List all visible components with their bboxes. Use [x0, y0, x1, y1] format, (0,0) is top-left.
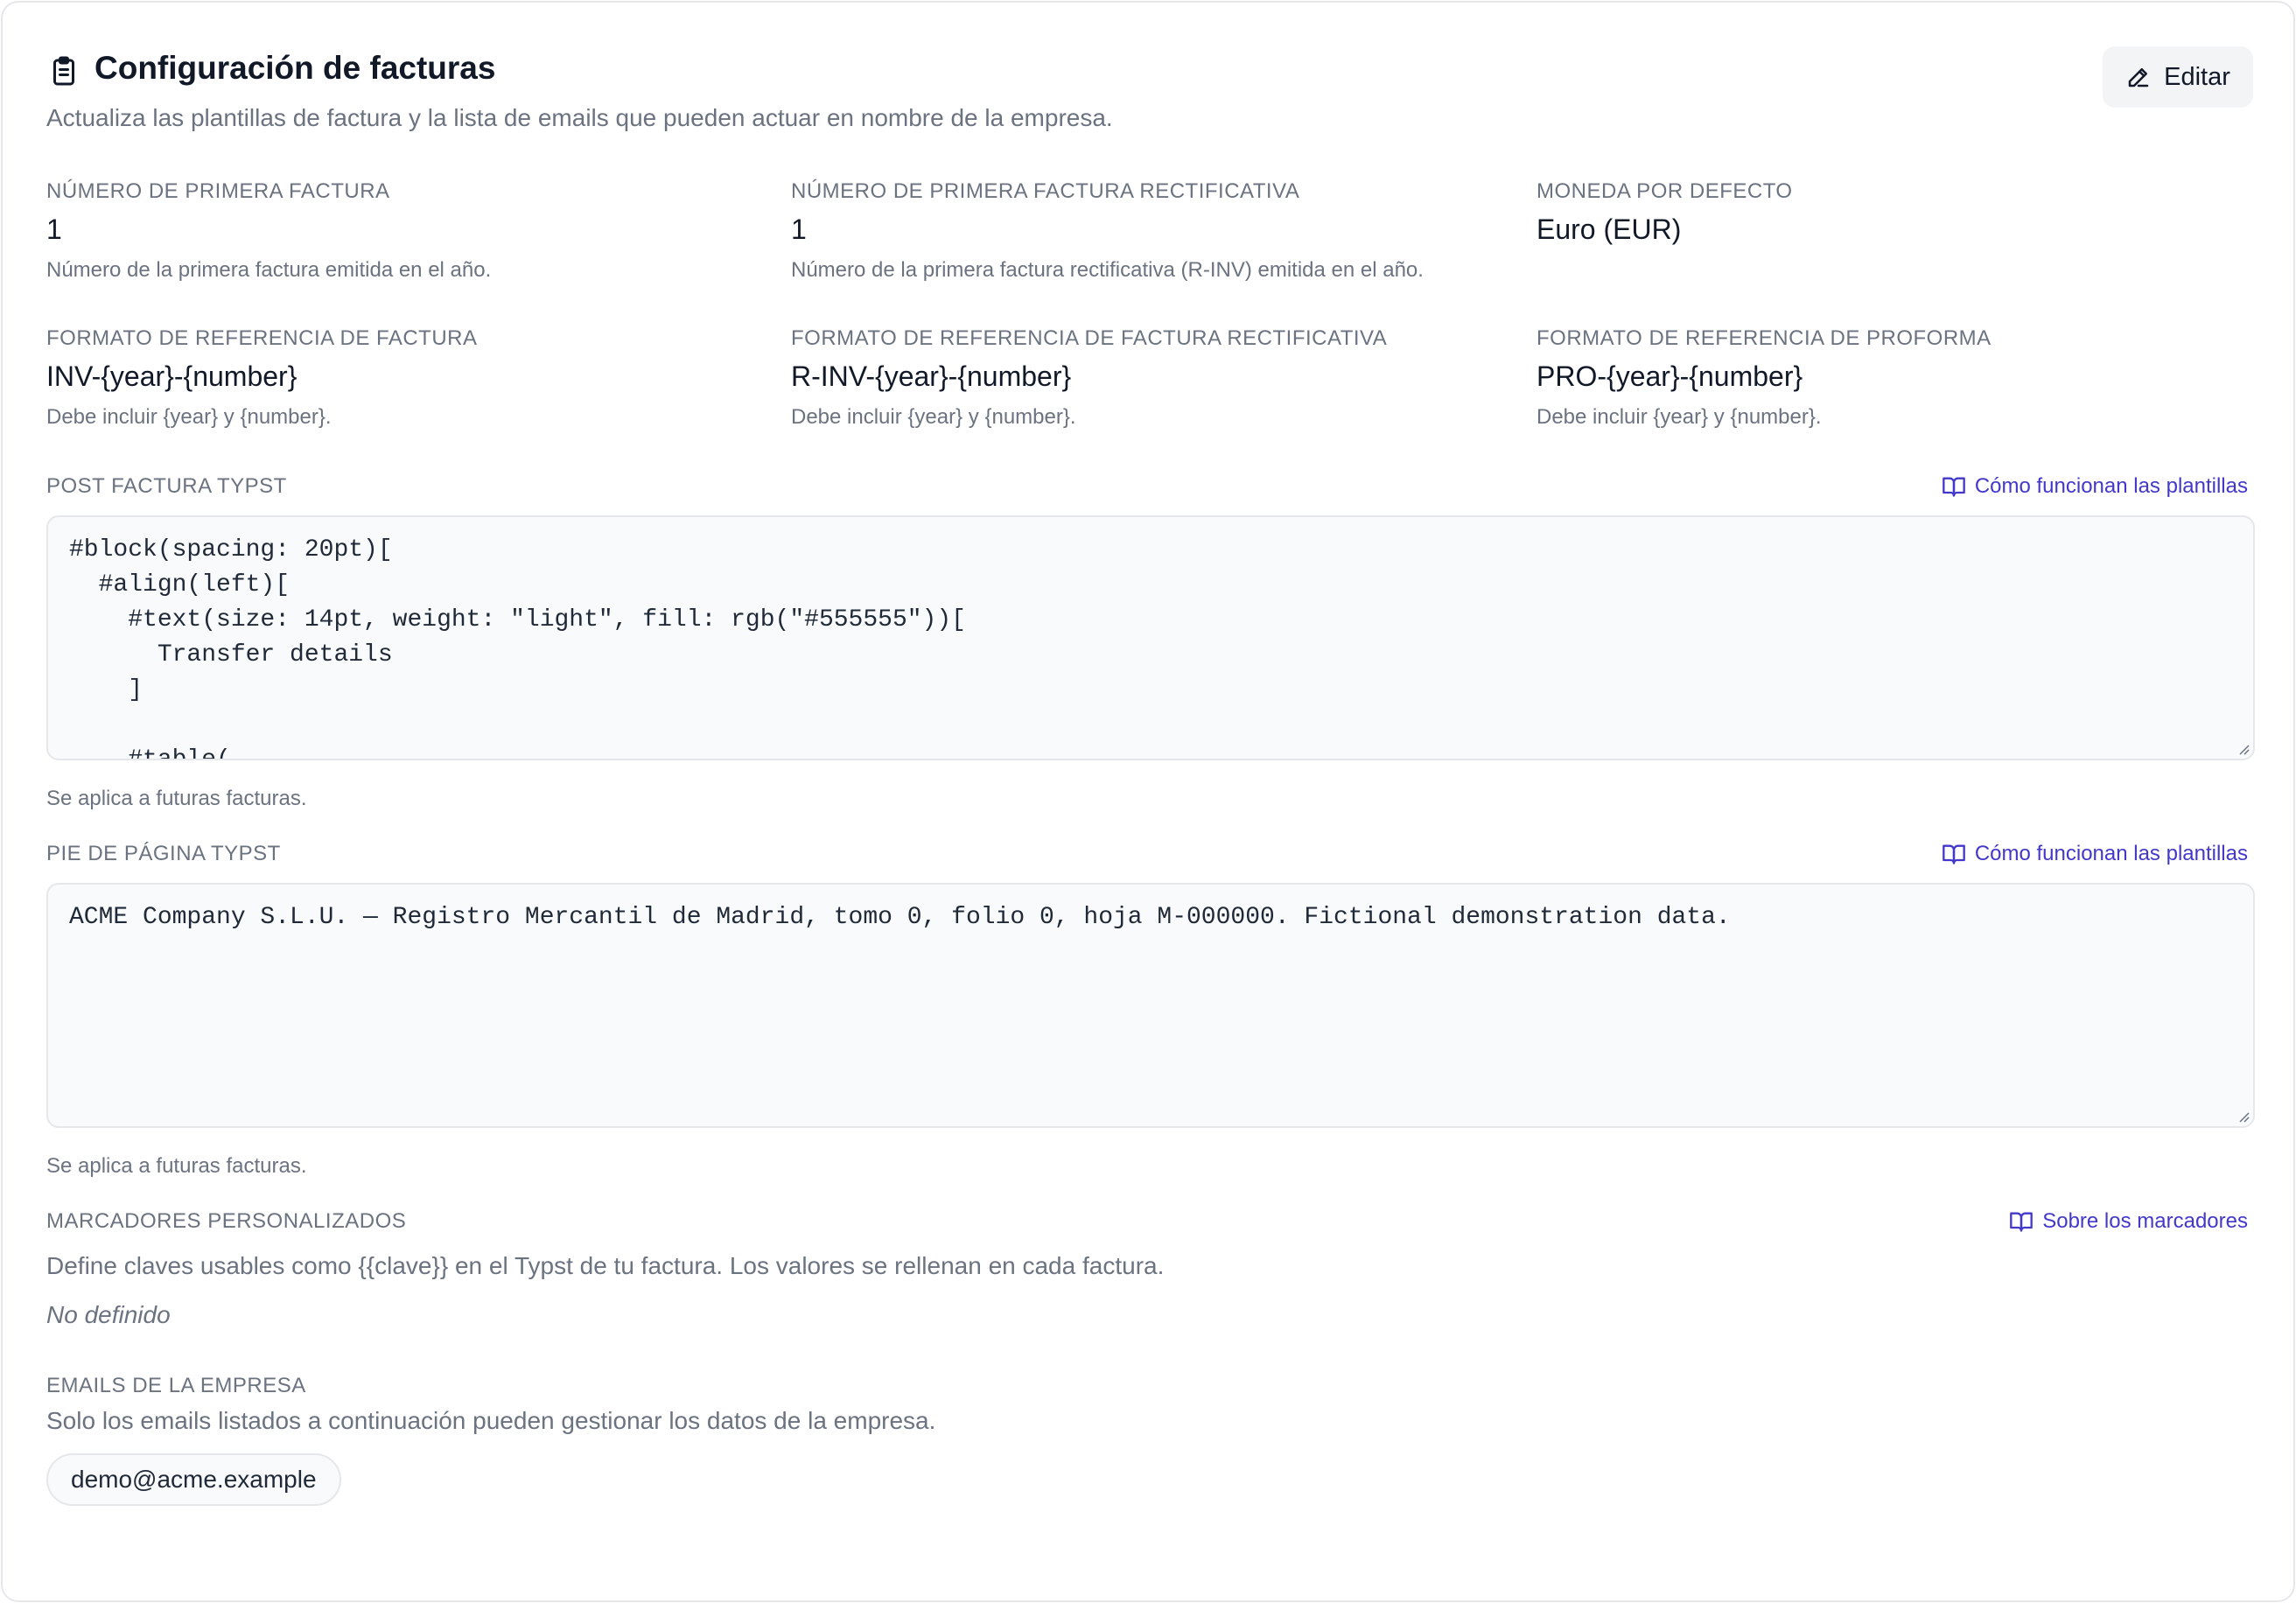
field-label: Moneda por defecto [1536, 179, 1793, 203]
field-value: 1 [791, 214, 807, 245]
field-currency: Moneda por defecto Euro (EUR) [1536, 178, 1793, 248]
field-label: Formato de referencia de factura rectifi… [791, 326, 1388, 350]
field-corrective-format: Formato de referencia de factura rectifi… [791, 325, 1387, 431]
templates-docs-link-label: Cómo funcionan las plantillas [1974, 474, 2248, 498]
field-value: INV-{year}-{number} [46, 360, 298, 392]
field-value: R-INV-{year}-{number} [791, 360, 1072, 392]
placeholders-description: Define claves usables como {{clave}} en … [46, 1252, 1165, 1279]
placeholders-empty: No definido [46, 1301, 171, 1328]
book-icon [1942, 844, 1965, 864]
field-value: Euro (EUR) [1536, 214, 1682, 245]
placeholders-docs-link-label: Sobre los marcadores [2042, 1209, 2248, 1233]
resize-handle-icon[interactable] [2236, 741, 2250, 755]
placeholders-docs-link[interactable]: Sobre los marcadores [2009, 1208, 2248, 1236]
footer-typst-code: ACME Company S.L.U. — Registro Mercantil… [69, 904, 1731, 931]
invoice-settings-card: Configuración de facturas Actualiza las … [1, 1, 2295, 1602]
post-invoice-label: Post factura Typst [46, 474, 287, 498]
templates-docs-link-2[interactable]: Cómo funcionan las plantillas [1942, 840, 2248, 868]
field-hint: Debe incluir {year} y {number}. [46, 405, 332, 429]
post-invoice-textarea[interactable]: #block(spacing: 20pt)[ #align(left)[ #te… [46, 515, 2255, 760]
templates-docs-link-label: Cómo funcionan las plantillas [1974, 842, 2248, 865]
field-value: 1 [46, 214, 62, 245]
field-hint: Debe incluir {year} y {number}. [791, 405, 1076, 429]
field-label: Número de primera factura rectificativa [791, 179, 1300, 203]
field-value: PRO-{year}-{number} [1536, 360, 1803, 392]
footer-typst-textarea[interactable]: ACME Company S.L.U. — Registro Mercantil… [46, 883, 2255, 1128]
footer-typst-hint: Se aplica a futuras facturas. [46, 1154, 307, 1178]
post-invoice-hint: Se aplica a futuras facturas. [46, 787, 307, 810]
pencil-icon [2128, 68, 2149, 88]
field-proforma-format: Formato de referencia de proforma PRO-{y… [1536, 325, 1992, 431]
book-icon [1942, 477, 1965, 497]
field-invoice-format: Formato de referencia de factura INV-{ye… [46, 325, 478, 431]
clipboard-icon [53, 56, 74, 86]
emails-label: Emails de la empresa [46, 1374, 306, 1397]
field-hint: Número de la primera factura emitida en … [46, 258, 492, 282]
footer-typst-label: Pie de página Typst [46, 842, 281, 865]
field-hint: Debe incluir {year} y {number}. [1536, 405, 1822, 429]
field-hint: Número de la primera factura rectificati… [791, 258, 1424, 282]
post-invoice-code: #block(spacing: 20pt)[ #align(left)[ #te… [69, 536, 966, 760]
field-label: Formato de referencia de proforma [1536, 326, 1992, 350]
book-icon [2010, 1212, 2034, 1232]
email-chip: demo@acme.example [46, 1453, 341, 1506]
resize-handle-icon[interactable] [2236, 1109, 2250, 1123]
page-title: Configuración de facturas [94, 50, 496, 86]
field-label: Número de primera factura [46, 179, 390, 203]
field-first-corrective: Número de primera factura rectificativa … [791, 178, 1424, 284]
emails-description: Solo los emails listados a continuación … [46, 1407, 936, 1434]
placeholders-label: Marcadores personalizados [46, 1209, 407, 1233]
field-first-invoice: Número de primera factura 1 Número de la… [46, 178, 491, 284]
page-subtitle: Actualiza las plantillas de factura y la… [46, 104, 1113, 131]
templates-docs-link[interactable]: Cómo funcionan las plantillas [1942, 472, 2248, 500]
edit-button[interactable]: Editar [2103, 46, 2253, 108]
edit-button-label: Editar [2164, 62, 2230, 91]
field-label: Formato de referencia de factura [46, 326, 478, 350]
